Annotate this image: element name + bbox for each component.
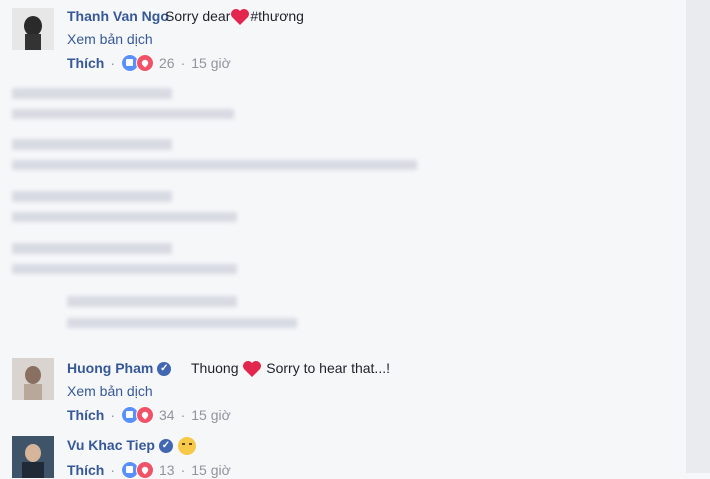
- separator-dot: ·: [180, 462, 186, 478]
- comment-text-end: Sorry to hear that...!: [266, 360, 390, 376]
- see-translation-link[interactable]: Xem bản dịch: [67, 31, 153, 47]
- love-icon[interactable]: [136, 461, 155, 479]
- blurred-line: [12, 191, 172, 202]
- blurred-line: [67, 296, 237, 307]
- commenter-name[interactable]: Vu Khac Tiep ✓: [67, 437, 196, 456]
- comment-text-start: Thuong: [191, 360, 239, 376]
- blurred-line: [12, 243, 172, 254]
- separator-dot: ·: [110, 407, 116, 423]
- verified-badge-icon: ✓: [157, 362, 172, 377]
- like-link[interactable]: Thích: [67, 55, 104, 71]
- comment-text-end: #thương: [250, 8, 304, 24]
- heart-icon: [231, 9, 250, 26]
- like-link[interactable]: Thích: [67, 462, 104, 478]
- blurred-line: [12, 88, 172, 99]
- reaction-count[interactable]: 26: [159, 55, 175, 71]
- timestamp[interactable]: 15 giờ: [191, 462, 231, 478]
- separator-dot: ·: [110, 55, 116, 71]
- timestamp[interactable]: 15 giờ: [191, 407, 231, 423]
- commenter-name-text[interactable]: Huong Pham: [67, 360, 153, 376]
- blurred-line: [12, 212, 237, 222]
- love-icon[interactable]: [136, 406, 155, 424]
- blurred-line: [12, 160, 417, 170]
- comment-text: Thuong Sorry to hear that...!: [191, 360, 390, 378]
- avatar[interactable]: [12, 358, 54, 400]
- love-icon[interactable]: [136, 54, 155, 72]
- timestamp[interactable]: 15 giờ: [191, 55, 231, 71]
- commenter-name[interactable]: Thanh Van Ngo: [67, 8, 169, 24]
- blurred-line: [12, 109, 234, 119]
- reaction-count[interactable]: 34: [159, 407, 175, 423]
- heart-icon: [243, 361, 262, 378]
- comment-text: Sorry dear #thương: [165, 8, 304, 26]
- avatar[interactable]: [12, 436, 54, 478]
- like-link[interactable]: Thích: [67, 407, 104, 423]
- avatar[interactable]: [12, 8, 54, 50]
- separator-dot: ·: [180, 55, 186, 71]
- blurred-line: [12, 139, 172, 150]
- comment-text-start: Sorry dear: [165, 8, 231, 24]
- comment-actions: Thích · 34 · 15 giờ: [67, 406, 231, 424]
- verified-badge-icon: ✓: [158, 439, 173, 454]
- crying-face-icon: [177, 437, 196, 456]
- commenter-name-text[interactable]: Vu Khac Tiep: [67, 437, 155, 453]
- blurred-line: [12, 264, 237, 274]
- see-translation-link[interactable]: Xem bản dịch: [67, 383, 153, 399]
- separator-dot: ·: [110, 462, 116, 478]
- right-edge-panel: [686, 0, 710, 473]
- commenter-name[interactable]: Huong Pham ✓: [67, 360, 172, 377]
- reaction-count[interactable]: 13: [159, 462, 175, 478]
- blurred-line: [67, 318, 297, 328]
- comment-actions: Thích · 13 · 15 giờ: [67, 461, 231, 479]
- separator-dot: ·: [180, 407, 186, 423]
- comment-actions: Thích · 26 · 15 giờ: [67, 54, 231, 72]
